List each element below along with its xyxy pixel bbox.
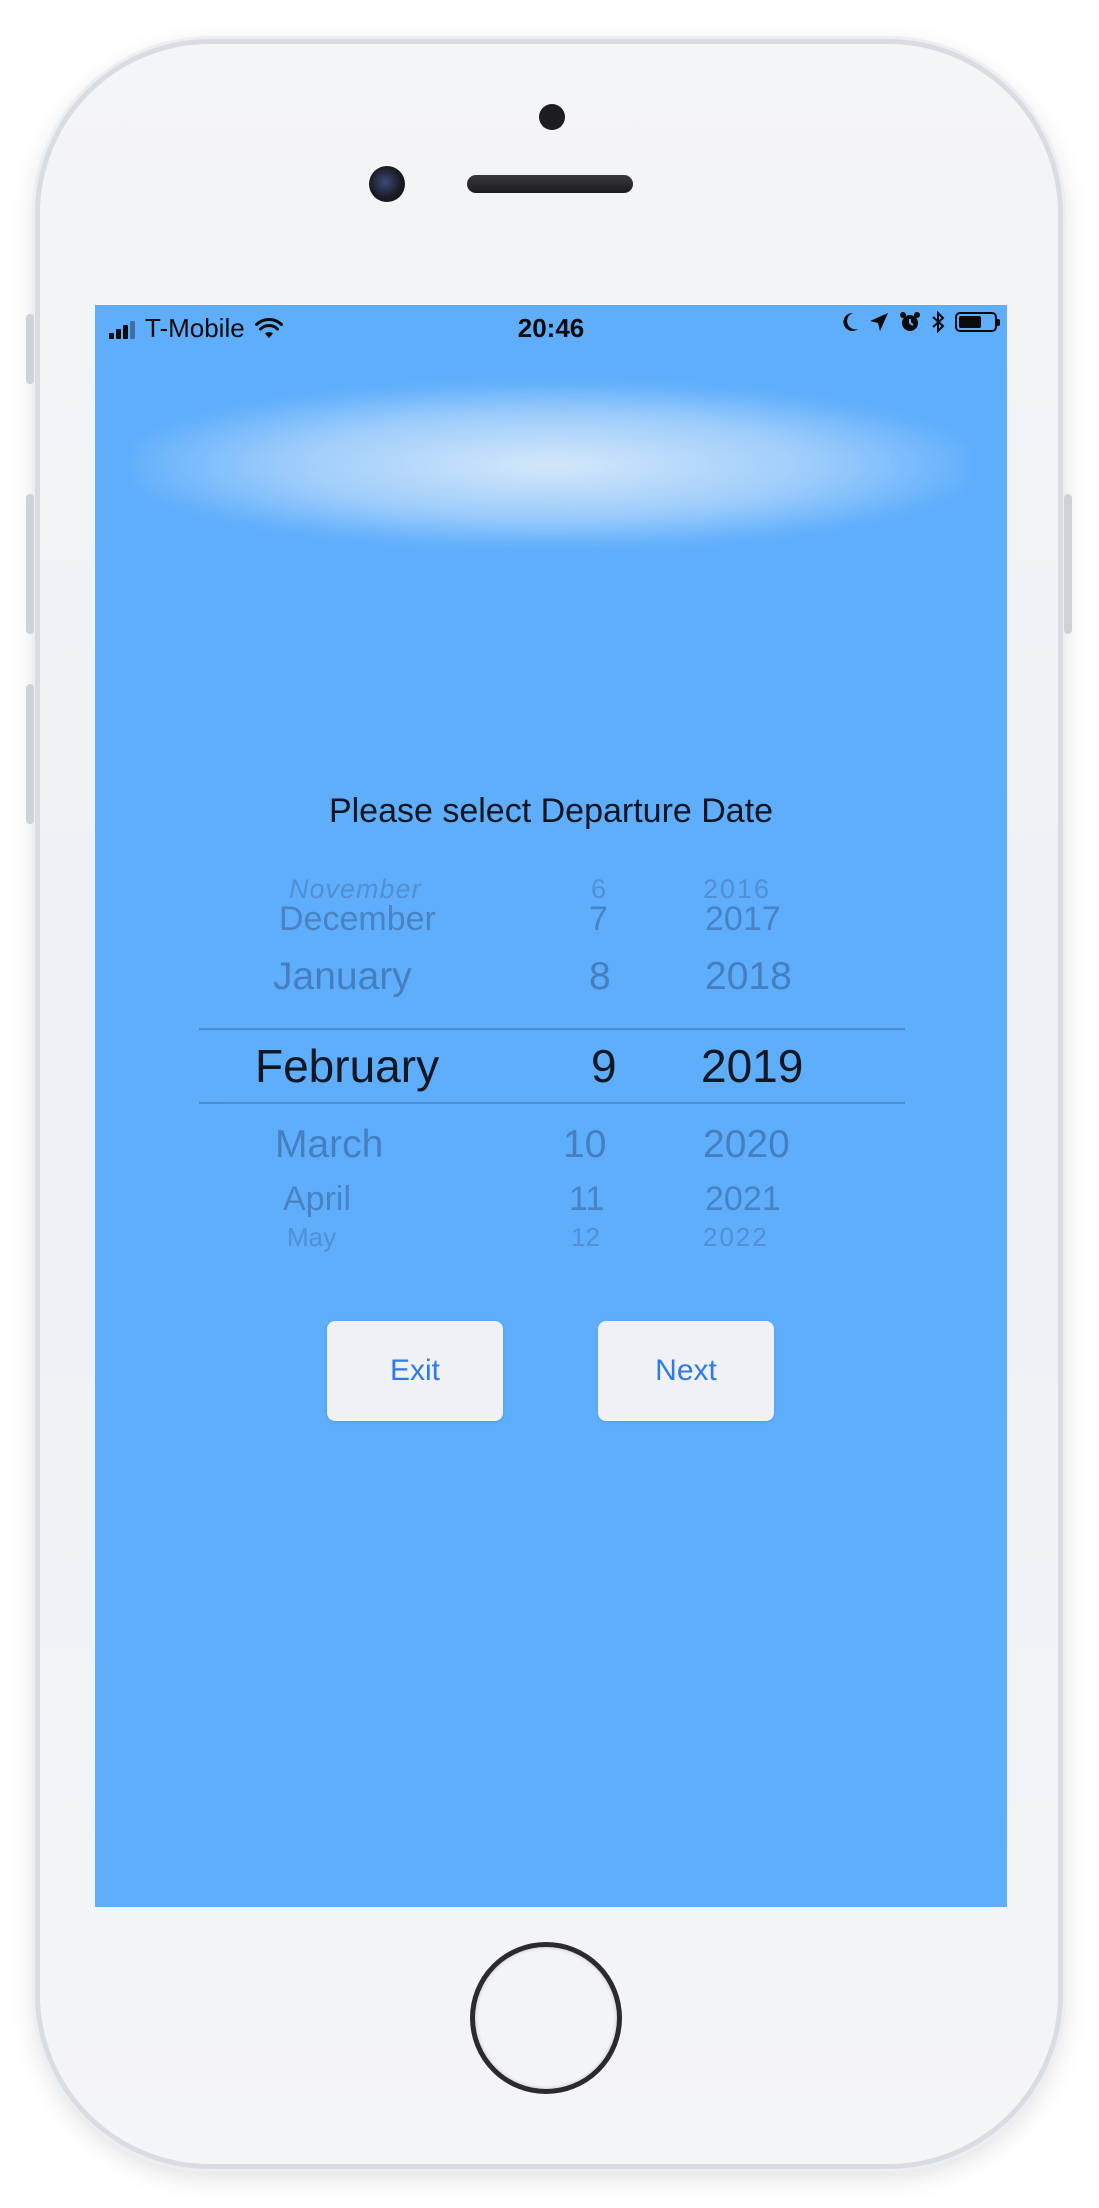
status-bar: T-Mobile 20:46: [95, 305, 1007, 349]
proximity-sensor: [539, 104, 565, 130]
picker-year-item[interactable]: 2022: [703, 1222, 769, 1253]
power-button: [1064, 494, 1072, 634]
picker-year-item[interactable]: 2021: [705, 1180, 781, 1219]
picker-day-item[interactable]: 10: [563, 1123, 606, 1167]
picker-month-selected[interactable]: February: [255, 1039, 439, 1093]
picker-day-selected[interactable]: 9: [591, 1039, 617, 1093]
volume-up-button: [26, 494, 34, 634]
picker-day-item[interactable]: 7: [589, 900, 608, 939]
prompt-title: Please select Departure Date: [328, 792, 774, 830]
picker-selection-bottom-line: [199, 1102, 905, 1104]
earpiece-speaker: [467, 175, 633, 193]
picker-year-selected[interactable]: 2019: [701, 1039, 803, 1093]
app-screen: T-Mobile 20:46 Please select Departure D…: [95, 305, 1007, 1907]
picker-day-item[interactable]: 8: [589, 955, 611, 999]
picker-month-item[interactable]: March: [275, 1123, 383, 1167]
picker-month-item[interactable]: April: [283, 1180, 351, 1219]
moon-icon: [843, 312, 858, 331]
picker-selection-top-line: [199, 1028, 905, 1030]
picker-month-item[interactable]: January: [273, 955, 412, 999]
bluetooth-icon: [932, 311, 945, 333]
location-arrow-icon: [870, 313, 888, 331]
picker-day-item[interactable]: 11: [569, 1180, 604, 1219]
picker-day-item[interactable]: 12: [571, 1222, 600, 1253]
picker-month-item[interactable]: May: [287, 1222, 336, 1253]
silent-switch: [26, 314, 34, 384]
alarm-icon: [900, 312, 920, 331]
home-button[interactable]: [470, 1942, 622, 2094]
next-button[interactable]: Next: [598, 1321, 774, 1421]
battery-icon: [955, 312, 1000, 332]
exit-button[interactable]: Exit: [327, 1321, 503, 1421]
picker-year-item[interactable]: 2017: [705, 900, 781, 939]
date-picker[interactable]: November December January February March…: [199, 860, 905, 1260]
picker-year-item[interactable]: 2018: [705, 955, 792, 999]
picker-month-item[interactable]: December: [279, 900, 436, 939]
background-glow: [135, 385, 967, 545]
front-camera: [369, 166, 405, 202]
picker-year-item[interactable]: 2020: [703, 1123, 790, 1167]
volume-down-button: [26, 684, 34, 824]
